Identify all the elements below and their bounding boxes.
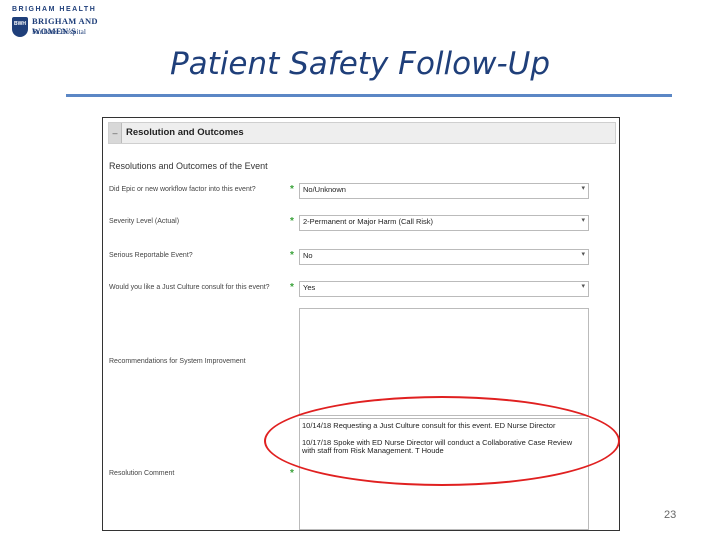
epic-factor-value: No/Unknown (303, 185, 346, 194)
caret-down-icon: ▾ (581, 283, 585, 290)
field-label-just-culture: Would you like a Just Culture consult fo… (109, 284, 270, 291)
required-star-icon: * (290, 468, 294, 479)
highlight-ellipse (264, 396, 620, 486)
required-star-icon: * (290, 216, 294, 227)
field-label-epic-factor: Did Epic or new workflow factor into thi… (109, 186, 256, 193)
serious-event-value: No (303, 251, 313, 260)
title-divider (66, 94, 672, 97)
required-star-icon: * (290, 250, 294, 261)
logo-top-text: BRIGHAM HEALTH (12, 6, 97, 13)
serious-event-select[interactable]: No ▾ (299, 249, 589, 265)
field-label-serious-event: Serious Reportable Event? (109, 252, 193, 259)
required-star-icon: * (290, 282, 294, 293)
caret-down-icon: ▾ (581, 251, 585, 258)
required-star-icon: * (290, 184, 294, 195)
logo-seal-text: BWH (14, 21, 26, 27)
field-label-recommendations: Recommendations for System Improvement (109, 358, 246, 365)
caret-down-icon: ▾ (581, 217, 585, 224)
panel-header[interactable]: – Resolution and Outcomes (108, 122, 616, 144)
panel-title: Resolution and Outcomes (126, 127, 244, 138)
just-culture-select[interactable]: Yes ▾ (299, 281, 589, 297)
page-number: 23 (664, 509, 677, 521)
severity-select[interactable]: 2-Permanent or Major Harm (Call Risk) ▾ (299, 215, 589, 231)
caret-down-icon: ▾ (581, 185, 585, 192)
collapse-icon[interactable]: – (109, 123, 122, 143)
section-title: Resolutions and Outcomes of the Event (109, 161, 268, 171)
epic-factor-select[interactable]: No/Unknown ▾ (299, 183, 589, 199)
just-culture-value: Yes (303, 283, 316, 292)
brigham-logo: BRIGHAM HEALTH BWH BRIGHAM AND WOMEN'S F… (10, 6, 140, 38)
slide-title: Patient Safety Follow-Up (169, 46, 551, 82)
field-label-severity: Severity Level (Actual) (109, 218, 180, 225)
seal-icon: BWH (12, 17, 28, 37)
field-label-resolution: Resolution Comment (109, 470, 175, 477)
severity-value: 2-Permanent or Major Harm (Call Risk) (303, 217, 434, 226)
logo-subtitle: Faulkner Hospital (32, 27, 86, 36)
